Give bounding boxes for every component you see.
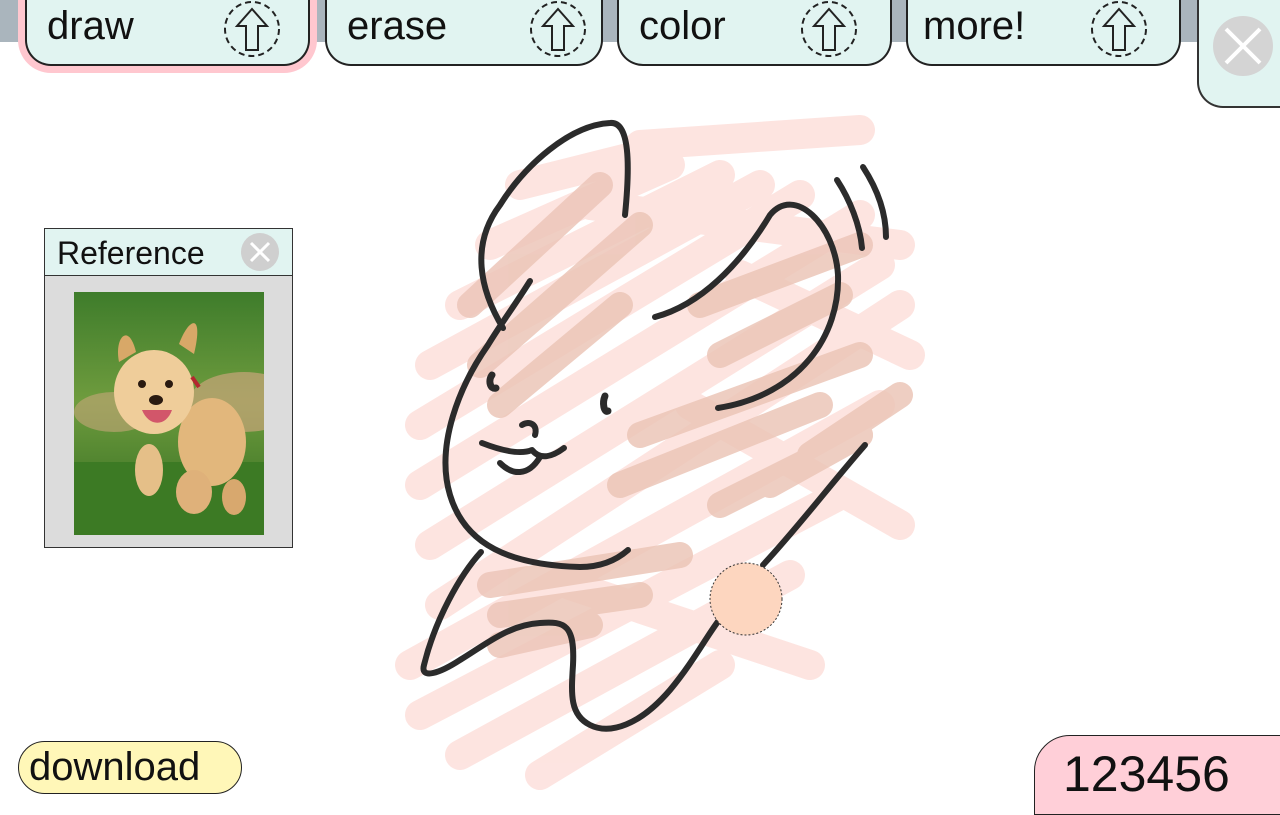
brush-cursor-icon [709,562,783,636]
tab-more[interactable]: more! [906,0,1181,66]
tab-erase[interactable]: erase [325,0,603,66]
close-icon[interactable] [241,233,279,271]
tab-more-label: more! [923,4,1026,48]
score-value: 123456 [1063,746,1230,802]
tab-draw-label: draw [47,4,134,48]
reference-photo [74,292,264,535]
up-arrow-icon[interactable] [1090,0,1148,58]
reference-panel: Reference [44,228,293,548]
download-button[interactable]: download [18,741,242,794]
up-arrow-icon[interactable] [223,0,281,58]
up-arrow-icon[interactable] [800,0,858,58]
close-app-button[interactable] [1197,0,1280,108]
up-arrow-icon[interactable] [529,0,587,58]
download-label: download [29,745,201,789]
reference-header: Reference [45,229,292,276]
tab-color-label: color [639,4,726,48]
reference-title: Reference [57,235,205,271]
score-box: 123456 [1034,735,1280,815]
tab-draw[interactable]: draw [25,0,310,66]
tab-color[interactable]: color [617,0,892,66]
tab-erase-label: erase [347,4,448,48]
close-icon[interactable] [1213,16,1273,76]
drawing-canvas[interactable] [340,105,960,795]
